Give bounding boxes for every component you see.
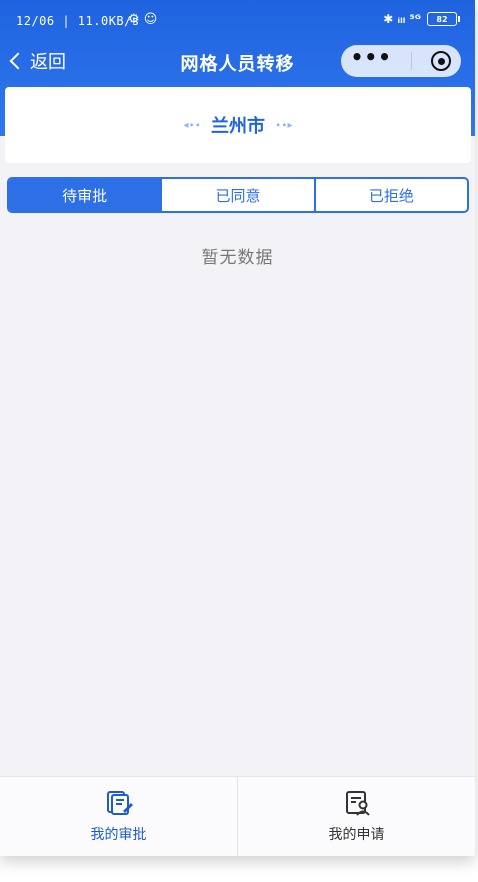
close-miniprogram-icon[interactable] (431, 51, 452, 71)
application-icon (345, 790, 370, 816)
bottom-tab-my-approvals[interactable]: 我的审批 (0, 777, 237, 856)
bottom-tab-bar: 我的审批 我的申请 (0, 776, 475, 856)
more-options-icon[interactable]: ••• (351, 45, 392, 69)
right-decoration-icon: ∙∙▸ (275, 119, 293, 131)
left-decoration-icon: ◂∙∙ (183, 119, 201, 131)
tab-approved[interactable]: 已同意 (162, 179, 316, 211)
status-bar: 12/06 | 11.0KB/s ⚙ ☺ ✱ ᵢₗₗ ⁵ᴳ 82 (0, 0, 475, 40)
tab-rejected[interactable]: 已拒绝 (316, 179, 467, 211)
battery-level: 82 (436, 14, 448, 24)
signal-icon: ✱ ᵢₗₗ ⁵ᴳ (383, 12, 421, 26)
navigation-bar: 返回 网格人员转移 ••• (0, 40, 475, 84)
back-label: 返回 (30, 52, 66, 73)
approval-icon (106, 790, 133, 815)
city-name: 兰州市 (211, 116, 265, 137)
tab-pending[interactable]: 待审批 (9, 179, 163, 211)
status-time: 12/06 | 11.0KB/s (16, 14, 140, 28)
bottom-tab-label: 我的申请 (328, 826, 385, 843)
bottom-tab-label: 我的审批 (90, 826, 147, 843)
empty-state-text: 暂无数据 (201, 248, 274, 268)
capsule-divider (411, 52, 413, 70)
bottom-tab-my-applications[interactable]: 我的申请 (237, 777, 475, 856)
city-selector-card[interactable]: ◂∙∙ 兰州市 ∙∙▸ (5, 87, 471, 163)
status-indicators: ✱ ᵢₗₗ ⁵ᴳ 82 (383, 12, 460, 26)
app-screen: 12/06 | 11.0KB/s ⚙ ☺ ✱ ᵢₗₗ ⁵ᴳ 82 返回 网格人员… (0, 0, 475, 856)
chevron-left-icon (9, 52, 27, 70)
miniprogram-capsule: ••• (341, 45, 461, 77)
notification-icons: ⚙ ☺ (128, 12, 158, 27)
back-button[interactable]: 返回 (8, 48, 66, 74)
status-tabs: 待审批 已同意 已拒绝 (7, 177, 469, 213)
battery-icon: 82 (427, 12, 460, 26)
